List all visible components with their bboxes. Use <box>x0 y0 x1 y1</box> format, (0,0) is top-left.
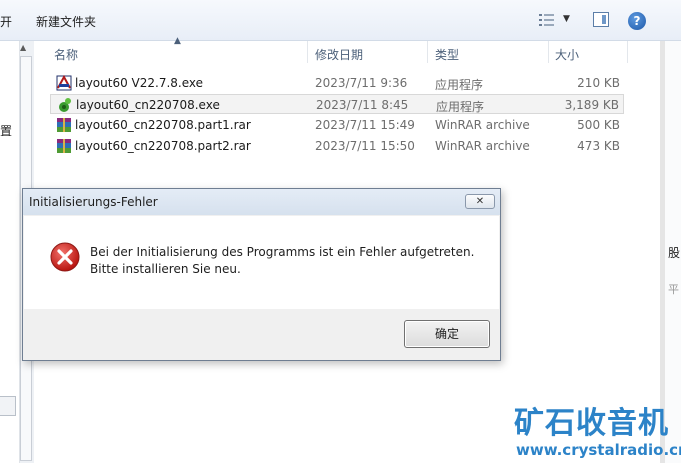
navigation-pane-item[interactable] <box>0 396 16 416</box>
file-modified: 2023/7/11 9:36 <box>315 76 408 90</box>
navigation-pane-truncated-item[interactable]: 置 <box>0 122 12 139</box>
file-size: 210 KB <box>577 76 620 90</box>
column-header-type[interactable]: 类型 <box>435 46 459 63</box>
command-bar: 开 新建文件夹 ▼ ? <box>0 0 681 41</box>
column-divider[interactable] <box>627 41 628 63</box>
file-size: 500 KB <box>577 118 620 132</box>
watermark-url: www.crystalradio.cn <box>516 441 681 459</box>
dialog-title: Initialisierungs-Fehler <box>29 195 158 209</box>
rar-archive-icon <box>57 139 71 153</box>
file-type: 应用程序 <box>435 78 484 92</box>
new-folder-button[interactable]: 新建文件夹 <box>36 13 96 30</box>
column-header-modified[interactable]: 修改日期 <box>315 46 363 63</box>
file-type: WinRAR archive <box>435 139 530 153</box>
adjacent-window-text: 股 <box>668 246 681 260</box>
column-header-name[interactable]: 名称 <box>54 46 78 63</box>
adjacent-window-text: 平 <box>668 283 679 296</box>
ok-button[interactable]: 确定 <box>404 320 490 348</box>
toolbar-truncated-item[interactable]: 开 <box>0 13 12 30</box>
file-modified: 2023/7/11 8:45 <box>316 98 409 112</box>
column-divider[interactable] <box>307 41 308 63</box>
file-size: 473 KB <box>577 139 620 153</box>
column-header-size[interactable]: 大小 <box>555 46 579 63</box>
file-name: layout60_cn220708.part1.rar <box>75 118 251 132</box>
error-message-line-2: Bitte installieren Sie neu. <box>90 262 241 276</box>
watermark-title: 矿石收音机 <box>514 406 669 441</box>
file-row[interactable]: layout60_cn220708.part1.rar 2023/7/11 15… <box>50 115 624 135</box>
scroll-up-arrow-icon[interactable]: ▲ <box>20 43 26 52</box>
file-type: 应用程序 <box>436 100 485 114</box>
column-divider[interactable] <box>427 41 428 63</box>
view-options-icon[interactable] <box>539 14 555 26</box>
layout-exe-icon <box>56 75 72 91</box>
file-row[interactable]: layout60_cn220708.part2.rar 2023/7/11 15… <box>50 136 624 156</box>
dialog-close-button[interactable]: ✕ <box>465 194 495 209</box>
file-name: layout60 V22.7.8.exe <box>75 76 204 90</box>
installer-exe-icon <box>59 98 71 112</box>
file-name: layout60_cn220708.part2.rar <box>75 139 251 153</box>
file-type: WinRAR archive <box>435 118 530 132</box>
file-name: layout60_cn220708.exe <box>76 98 220 112</box>
preview-pane-icon[interactable] <box>593 12 609 27</box>
sort-ascending-icon: ▲ <box>174 36 181 46</box>
file-row[interactable]: layout60_cn220708.exe 2023/7/11 8:45 应用程… <box>50 94 624 114</box>
file-size: 3,189 KB <box>564 98 619 112</box>
error-icon <box>50 242 80 272</box>
file-modified: 2023/7/11 15:50 <box>315 139 415 153</box>
file-row[interactable]: layout60 V22.7.8.exe 2023/7/11 9:36 应用程序… <box>50 73 624 93</box>
rar-archive-icon <box>57 118 71 132</box>
error-message-line-1: Bei der Initialisierung des Programms is… <box>90 245 475 259</box>
view-dropdown-arrow-icon[interactable]: ▼ <box>563 14 570 24</box>
file-modified: 2023/7/11 15:49 <box>315 118 415 132</box>
column-divider[interactable] <box>548 41 549 63</box>
error-dialog: Initialisierungs-Fehler ✕ Bei der Initia… <box>22 188 501 361</box>
help-icon[interactable]: ? <box>628 12 646 30</box>
dialog-title-bar[interactable]: Initialisierungs-Fehler ✕ <box>23 189 500 215</box>
